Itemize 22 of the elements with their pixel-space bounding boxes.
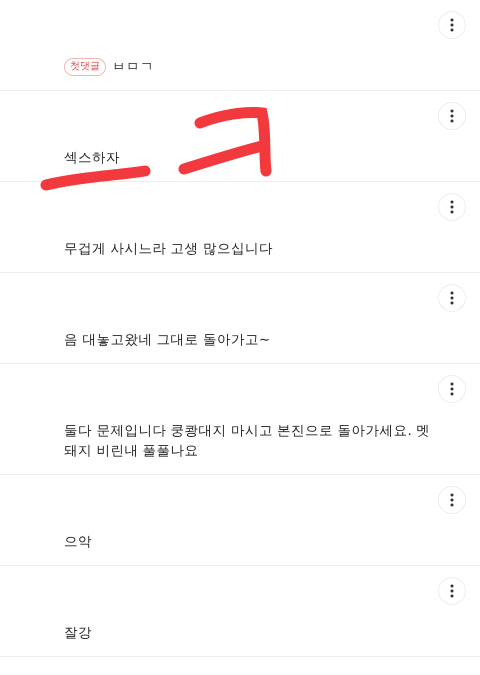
comment-text: 잘강 xyxy=(64,624,93,643)
comment-text: ㅂㅁㄱ xyxy=(112,58,155,77)
more-icon xyxy=(450,382,454,396)
more-icon xyxy=(450,18,454,32)
more-button[interactable] xyxy=(438,375,466,403)
more-icon xyxy=(450,291,454,305)
comment-text: 섹스하자 xyxy=(64,149,121,168)
comment-text: 둘다 문제입니다 쿵쾅대지 마시고 본진으로 돌아가세요. 멧돼지 비린내 풀풀나요 xyxy=(64,422,432,461)
more-button[interactable] xyxy=(438,486,466,514)
first-comment-badge: 첫댓글 xyxy=(64,58,106,76)
more-icon xyxy=(450,493,454,507)
more-button[interactable] xyxy=(438,11,466,39)
comment-text: 음 대놓고왔네 그대로 돌아가고~ xyxy=(64,331,272,350)
comment-text: 으악 xyxy=(64,533,93,552)
more-icon xyxy=(450,109,454,123)
more-button[interactable] xyxy=(438,102,466,130)
more-button[interactable] xyxy=(438,193,466,221)
more-button[interactable] xyxy=(438,577,466,605)
more-icon xyxy=(450,200,454,214)
comment-text: 무겁게 사시느라 고생 많으십니다 xyxy=(64,240,274,259)
more-button[interactable] xyxy=(438,284,466,312)
more-icon xyxy=(450,584,454,598)
